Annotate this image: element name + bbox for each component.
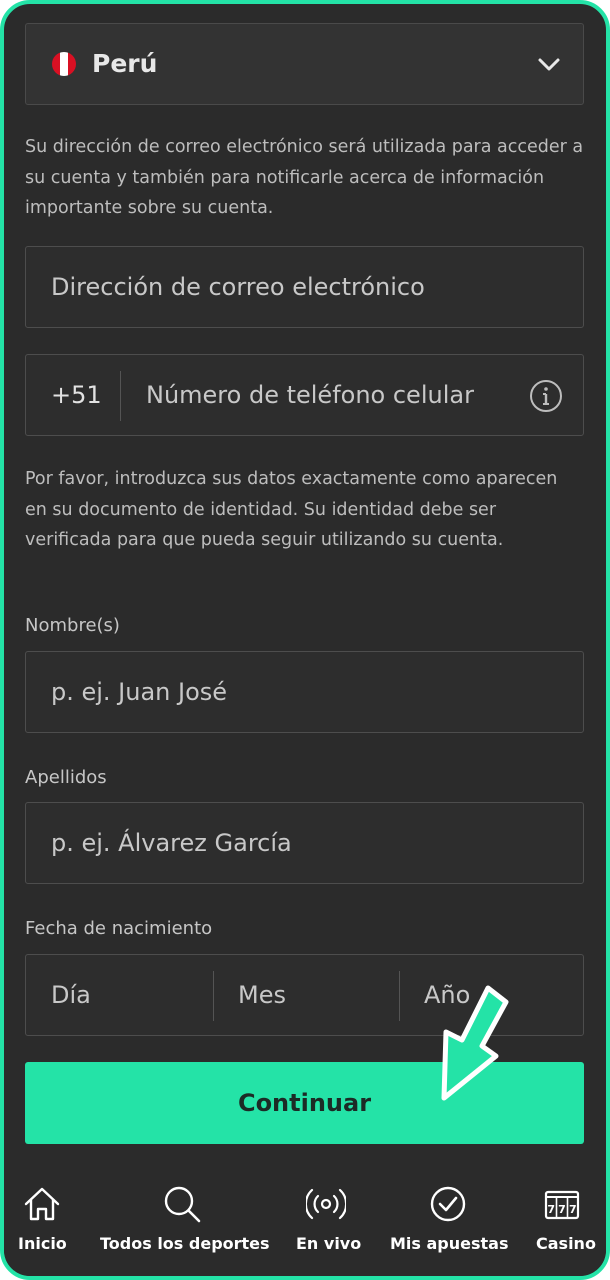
phone-field[interactable]: +51 Número de teléfono celular <box>25 354 584 436</box>
nav-item-casino[interactable]: 7 7 7 Casino <box>528 1172 606 1276</box>
given-name-field[interactable]: p. ej. Juan José <box>25 651 584 733</box>
peru-flag-icon <box>52 52 76 76</box>
home-icon <box>24 1187 60 1221</box>
bottom-nav: Inicio Todos los deportes En vivo Mis ap… <box>4 1172 606 1276</box>
slot-machine-icon: 7 7 7 <box>544 1190 580 1220</box>
nav-item-inicio[interactable]: Inicio <box>4 1172 80 1276</box>
nav-label: Inicio <box>18 1234 67 1253</box>
surname-placeholder: p. ej. Álvarez García <box>51 829 292 857</box>
pointer-arrow-icon <box>441 985 509 1101</box>
nav-label: Mis apuestas <box>390 1234 509 1253</box>
nav-item-mis-apuestas[interactable]: Mis apuestas <box>386 1172 512 1276</box>
search-icon <box>164 1186 201 1223</box>
surname-label: Apellidos <box>25 767 107 788</box>
svg-text:7: 7 <box>547 1203 555 1216</box>
email-placeholder: Dirección de correo electrónico <box>51 273 425 301</box>
phone-prefix[interactable]: +51 <box>51 355 102 435</box>
dob-month-input[interactable]: Mes <box>238 955 286 1035</box>
dob-divider <box>213 971 214 1021</box>
chevron-down-icon <box>538 58 560 71</box>
surname-field[interactable]: p. ej. Álvarez García <box>25 802 584 884</box>
svg-text:7: 7 <box>569 1203 577 1216</box>
given-name-placeholder: p. ej. Juan José <box>51 678 228 706</box>
phone-divider <box>120 371 121 421</box>
live-broadcast-icon <box>306 1188 346 1220</box>
info-icon[interactable] <box>529 379 563 413</box>
country-select[interactable]: Perú <box>25 23 584 105</box>
given-name-label: Nombre(s) <box>25 615 120 636</box>
svg-text:7: 7 <box>558 1203 566 1216</box>
nav-label: En vivo <box>296 1234 362 1253</box>
nav-item-todos-los-deportes[interactable]: Todos los deportes <box>96 1172 270 1276</box>
dob-divider <box>399 971 400 1021</box>
phone-placeholder: Número de teléfono celular <box>146 381 474 409</box>
dob-label: Fecha de nacimiento <box>25 918 213 939</box>
nav-item-en-vivo[interactable]: En vivo <box>286 1172 366 1276</box>
email-help-text: Su dirección de correo electrónico será … <box>25 137 584 218</box>
nav-label: Casino <box>536 1234 596 1253</box>
check-circle-icon <box>430 1186 466 1222</box>
identity-help-text: Por favor, introduzca sus datos exactame… <box>25 469 558 550</box>
dob-day-input[interactable]: Día <box>51 955 91 1035</box>
email-field[interactable]: Dirección de correo electrónico <box>25 246 584 328</box>
phone-frame: Perú Su dirección de correo electrónico … <box>0 0 610 1280</box>
country-name: Perú <box>92 49 158 78</box>
nav-label: Todos los deportes <box>100 1234 270 1253</box>
